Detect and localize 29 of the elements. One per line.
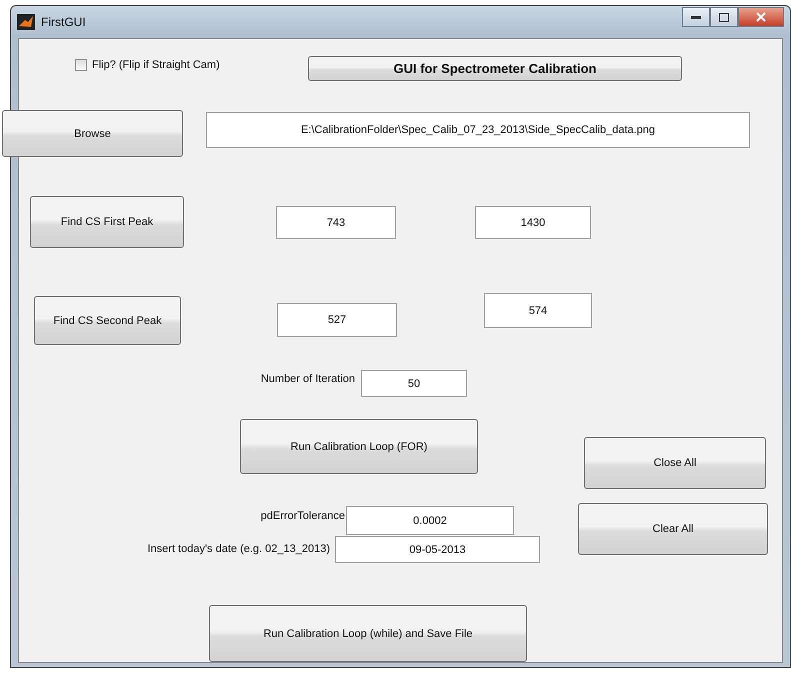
input-field[interactable]: 743 [276, 206, 396, 239]
field-label: Number of Iteration [260, 372, 355, 387]
input-field[interactable]: 574 [484, 293, 592, 328]
push-button[interactable]: Clear All [578, 503, 768, 555]
checkbox[interactable] [75, 59, 87, 71]
checkbox-label: Flip? (Flip if Straight Cam) [92, 59, 220, 71]
minimize-button[interactable] [682, 7, 710, 27]
push-button[interactable]: Close All [584, 437, 766, 489]
close-icon [756, 12, 766, 22]
window-title: FirstGUI [41, 15, 86, 29]
close-button[interactable] [738, 7, 784, 27]
minimize-icon [691, 15, 701, 19]
push-button[interactable]: Find CS First Peak [30, 196, 184, 248]
push-button[interactable]: Run Calibration Loop (FOR) [240, 419, 478, 474]
field-label: Insert today's date (e.g. 02_13_2013) [146, 542, 330, 557]
input-field[interactable]: E:\CalibrationFolder\Spec_Calib_07_23_2013\Side_SpecCalib_data.png [206, 112, 750, 148]
input-field[interactable]: 527 [277, 303, 397, 337]
push-button[interactable]: Run Calibration Loop (while) and Save File [209, 605, 527, 662]
maximize-button[interactable] [710, 7, 738, 27]
input-field[interactable]: 09-05-2013 [335, 536, 540, 563]
input-field[interactable]: 0.0002 [346, 506, 514, 535]
input-field[interactable]: 1430 [475, 206, 591, 239]
field-label: pdErrorTolerance [260, 509, 345, 524]
title-button[interactable]: GUI for Spectrometer Calibration [308, 56, 682, 81]
maximize-icon [719, 12, 729, 22]
app-icon [17, 14, 35, 30]
push-button[interactable]: Browse [2, 110, 183, 157]
push-button[interactable]: Find CS Second Peak [34, 296, 181, 345]
input-field[interactable]: 50 [361, 370, 467, 397]
